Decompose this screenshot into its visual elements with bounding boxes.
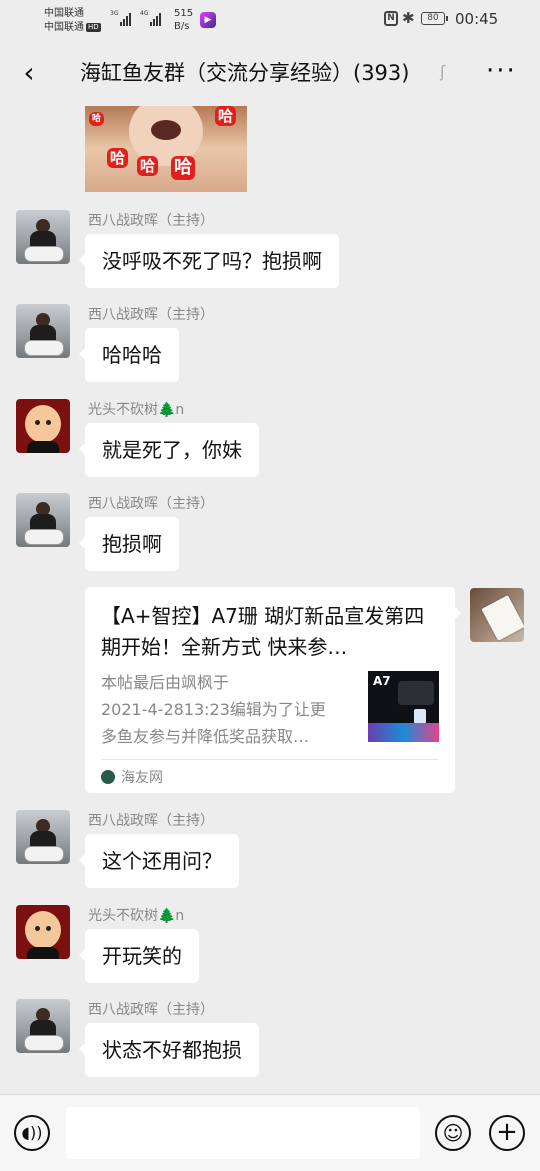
message-bubble[interactable]: 哈哈哈 (79, 328, 179, 382)
sticker-label: 哈 (107, 148, 129, 168)
network-speed-unit: B/s (174, 21, 190, 32)
link-card-thumbnail: A7 (368, 671, 439, 742)
sender-name: 西八战政晖（主持） (88, 213, 214, 229)
bluetooth-icon: ✱ (402, 9, 415, 27)
message-bubble[interactable]: 抱损啊 (79, 517, 179, 571)
sender-name: 西八战政晖（主持） (88, 496, 214, 512)
message-bubble[interactable]: 这个还用问？ (79, 834, 239, 888)
avatar[interactable] (16, 999, 70, 1053)
sender-name: 光头不砍树🌲n (88, 402, 185, 418)
battery-icon: 80 (421, 12, 448, 25)
thumbnail-label: A7 (373, 674, 391, 688)
avatar[interactable] (16, 399, 70, 453)
avatar[interactable] (16, 810, 70, 864)
network-1-label: 3G (110, 10, 119, 17)
sticker-image[interactable]: 哈 哈 哈 哈 哈 (85, 106, 247, 192)
signal-2-icon: 4G (140, 10, 162, 26)
sender-name: 光头不砍树🌲n (88, 908, 185, 924)
network-speed-value: 515 (174, 8, 194, 19)
sticker-label: 哈 (215, 106, 237, 126)
nfc-icon: N (384, 11, 398, 26)
link-card-title: 【A+智控】A7珊 瑚灯新品宣发第四期开始！全新方式 快来参… (101, 604, 425, 659)
carrier-2-label: 中国联通 (44, 22, 84, 33)
video-app-icon: ▶ (200, 12, 216, 28)
link-card-desc-line: 本帖最后由飒枫于 (101, 673, 230, 692)
more-icon[interactable]: ··· (486, 54, 517, 88)
link-card[interactable]: 【A+智控】A7珊 瑚灯新品宣发第四期开始！全新方式 快来参… 本帖最后由飒枫于… (85, 587, 461, 793)
battery-level: 80 (427, 13, 439, 23)
message-bubble[interactable]: 开玩笑的 (79, 929, 199, 983)
back-icon[interactable]: ‹ (14, 56, 44, 90)
input-bar: ◖)) ☺ + (0, 1094, 540, 1171)
sender-name: 西八战政晖（主持） (88, 1002, 214, 1018)
avatar[interactable] (16, 210, 70, 264)
link-card-source-label: 海友网 (121, 770, 163, 786)
sticker-label: 哈 (171, 156, 195, 180)
carrier-2: 中国联通 HD (44, 21, 101, 34)
link-card-desc-line: 多鱼友参与并降低奖品获取… (101, 727, 310, 746)
divider (101, 759, 439, 760)
message-bubble[interactable]: 状态不好都抱损 (79, 1023, 259, 1077)
sticker-label: 哈 (137, 156, 159, 176)
sticker-label: 哈 (89, 112, 105, 126)
signal-1-icon: 3G (110, 10, 132, 26)
avatar[interactable] (16, 905, 70, 959)
message-bubble[interactable]: 没呼吸不死了吗？抱损啊 (79, 234, 339, 288)
avatar[interactable] (16, 493, 70, 547)
message-list[interactable]: 哈 哈 哈 哈 哈 西八战政晖（主持） 没呼吸不死了吗？抱损啊 西八战政晖（主持… (0, 106, 540, 1090)
avatar[interactable] (16, 304, 70, 358)
link-card-source: 海友网 (101, 765, 163, 791)
network-speed: 515 B/s (174, 7, 193, 33)
plus-icon[interactable]: + (489, 1115, 525, 1151)
carrier-1: 中国联通 (44, 8, 84, 19)
voice-icon[interactable]: ◖)) (14, 1115, 50, 1151)
link-card-desc-line: 2021-4-2813:23编辑为了让更 (101, 700, 326, 719)
clock: 00:45 (455, 10, 499, 28)
sender-name: 西八战政晖（主持） (88, 813, 214, 829)
status-bar: 中国联通 中国联通 HD 3G 4G 515 B/s ▶ N ✱ 80 00:45 (0, 0, 540, 40)
link-card-description: 本帖最后由飒枫于 2021-4-2813:23编辑为了让更 多鱼友参与并降低奖品… (101, 669, 353, 750)
hd-badge: HD (86, 22, 101, 32)
network-2-label: 4G (140, 10, 149, 17)
ear-icon[interactable]: ʃ (440, 62, 445, 81)
chat-title: 海缸鱼友群（交流分享经验）(393) (80, 61, 410, 85)
source-logo-icon (101, 770, 115, 784)
my-avatar[interactable] (470, 588, 524, 642)
sender-name: 西八战政晖（主持） (88, 307, 214, 323)
message-input[interactable] (66, 1107, 420, 1159)
emoji-icon[interactable]: ☺ (435, 1115, 471, 1151)
chat-header: ‹ 海缸鱼友群（交流分享经验）(393) ʃ ··· (0, 40, 540, 106)
message-bubble[interactable]: 就是死了，你妹 (79, 423, 259, 477)
